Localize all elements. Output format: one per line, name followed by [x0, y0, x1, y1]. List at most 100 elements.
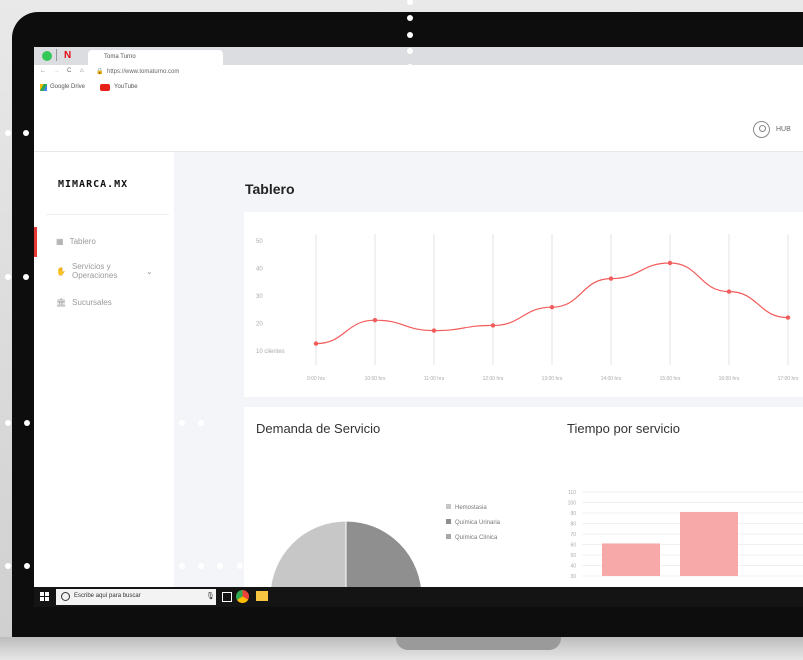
microphone-icon[interactable]: 🎙	[206, 592, 215, 600]
decorative-dot	[236, 563, 243, 569]
x-tick-label: 17:00 hrs	[778, 376, 799, 382]
laptop-notch	[396, 637, 561, 650]
pie-chart: Hemostasia Química Urinaria Química Clínic…	[269, 504, 501, 607]
data-point	[490, 323, 496, 328]
sidebar-item-label: Tablero	[69, 237, 96, 246]
data-point	[667, 260, 673, 266]
legend-swatch	[446, 519, 451, 524]
legend-label: Química Clínica	[455, 535, 498, 541]
taskbar-search[interactable]: Escribe aquí para buscar 🎙	[56, 589, 216, 605]
x-tick-label: 15:00 hrs	[660, 376, 681, 382]
bookmarks-bar: Google Drive YouTube	[34, 81, 803, 94]
decorative-dot	[5, 130, 11, 136]
app-header: HUB	[34, 94, 803, 152]
x-tick-label: 11:00 hrs	[424, 376, 445, 382]
search-placeholder: Escribe aquí para buscar	[74, 593, 141, 599]
legend-swatch	[446, 504, 451, 509]
whatsapp-icon[interactable]	[42, 51, 52, 61]
url-field[interactable]: https://www.tomaturno.com	[107, 69, 179, 75]
bar-chart: 110 100 90 80 70 60 50 40 30	[568, 490, 803, 580]
decorative-dot	[407, 96, 413, 103]
data-point	[608, 276, 614, 281]
y-tick-label: 70	[570, 532, 576, 538]
lock-icon: 🔒	[96, 69, 104, 75]
back-icon[interactable]: ←	[40, 68, 46, 74]
sidebar-item-label: Servicios y Operaciones	[71, 262, 118, 280]
x-tick-label: 16:00 hrs	[719, 376, 740, 382]
sidebar-item-tablero[interactable]: ▦ Tablero	[56, 237, 96, 246]
x-tick-label: 10:00 hrs	[365, 376, 386, 382]
x-tick-label: 9:00 hrs	[307, 376, 326, 382]
sidebar: MIMARCA.MX ▦ Tablero ✋ Servicios y Opera…	[34, 152, 174, 607]
y-tick-label: 10 clientes	[256, 349, 285, 355]
user-avatar-icon[interactable]	[753, 121, 770, 138]
search-icon	[61, 592, 70, 601]
bank-icon: 🏛	[56, 298, 67, 307]
sidebar-item-sucursales[interactable]: 🏛 Sucursales	[56, 298, 112, 307]
netflix-icon[interactable]: N	[64, 50, 71, 61]
data-point	[549, 305, 555, 310]
decorative-dot	[5, 274, 11, 280]
bookmark-youtube[interactable]: YouTube	[114, 84, 138, 90]
decorative-dot	[43, 563, 50, 569]
hand-icon: ✋	[56, 266, 66, 276]
y-tick-label: 50	[570, 553, 576, 559]
screen: N Toma Turno ← → C ⌂ 🔒 https://www.tomat…	[34, 47, 803, 607]
legend-swatch	[446, 534, 451, 539]
decorative-dot	[198, 420, 204, 426]
decorative-dot	[41, 274, 47, 280]
decorative-dot	[198, 563, 204, 569]
decorative-dot	[62, 563, 69, 569]
decorative-dot	[178, 420, 185, 426]
legend-label: Química Urinaria	[455, 520, 501, 526]
windows-start-icon[interactable]	[40, 592, 49, 601]
decorative-dot	[178, 563, 185, 569]
bookmark-google-drive[interactable]: Google Drive	[50, 84, 85, 90]
y-tick-label: 90	[570, 511, 576, 517]
y-tick-label: 110	[568, 490, 576, 496]
chrome-icon[interactable]	[236, 590, 249, 603]
y-tick-label: 80	[570, 522, 576, 528]
active-indicator	[34, 227, 37, 257]
y-tick-label: 100	[568, 501, 577, 507]
decorative-dot	[62, 420, 69, 426]
y-tick-label: 50	[256, 239, 263, 245]
browser-tab-bar: N Toma Turno	[34, 47, 803, 65]
user-name[interactable]: HUB	[776, 126, 791, 133]
decorative-dot	[120, 420, 127, 426]
data-point	[726, 289, 732, 294]
data-point	[372, 318, 378, 323]
line-chart: 50 40 30 20 10 clientes 9:00 hrs 10:00 hrs 11:0…	[256, 234, 799, 382]
y-tick-label: 30	[570, 574, 576, 580]
browser-tab[interactable]: Toma Turno	[88, 50, 223, 65]
google-drive-icon	[40, 84, 47, 91]
task-view-icon[interactable]	[222, 592, 232, 602]
x-tick-label: 13:00 hrs	[542, 376, 563, 382]
grid-icon: ▦	[56, 237, 64, 246]
y-tick-label: 40	[570, 564, 576, 570]
decorative-dot	[43, 420, 50, 426]
page-title: Tablero	[245, 181, 295, 197]
line-chart-card: 50 40 30 20 10 clientes 9:00 hrs 10:00 hrs 11:0…	[244, 212, 803, 397]
decorative-dot	[41, 130, 47, 136]
home-icon[interactable]: ⌂	[80, 68, 84, 74]
file-explorer-icon[interactable]	[256, 591, 268, 601]
sidebar-item-label: Sucursales	[72, 298, 112, 307]
x-tick-label: 14:00 hrs	[601, 376, 622, 382]
decorative-dot	[23, 274, 29, 280]
main-content: Tablero 50 40 30 20 10 clientes 9:00 hrs 10:00…	[174, 152, 803, 607]
y-tick-label: 40	[256, 267, 263, 273]
address-bar: ← → C ⌂ 🔒 https://www.tomaturno.com	[34, 65, 803, 82]
reload-icon[interactable]: C	[67, 68, 71, 74]
decorative-dot	[5, 563, 11, 569]
decorative-dot	[407, 47, 413, 54]
decorative-dot	[5, 420, 11, 426]
y-tick-label: 30	[256, 294, 263, 300]
sidebar-item-servicios[interactable]: ✋ Servicios y Operaciones ⌄	[56, 262, 153, 280]
data-point	[785, 315, 791, 320]
data-point	[431, 328, 437, 333]
bar	[602, 543, 660, 576]
x-tick-label: 12:00 hrs	[483, 376, 504, 382]
chevron-down-icon[interactable]: ⌄	[146, 267, 153, 276]
forward-icon[interactable]: →	[54, 68, 60, 74]
